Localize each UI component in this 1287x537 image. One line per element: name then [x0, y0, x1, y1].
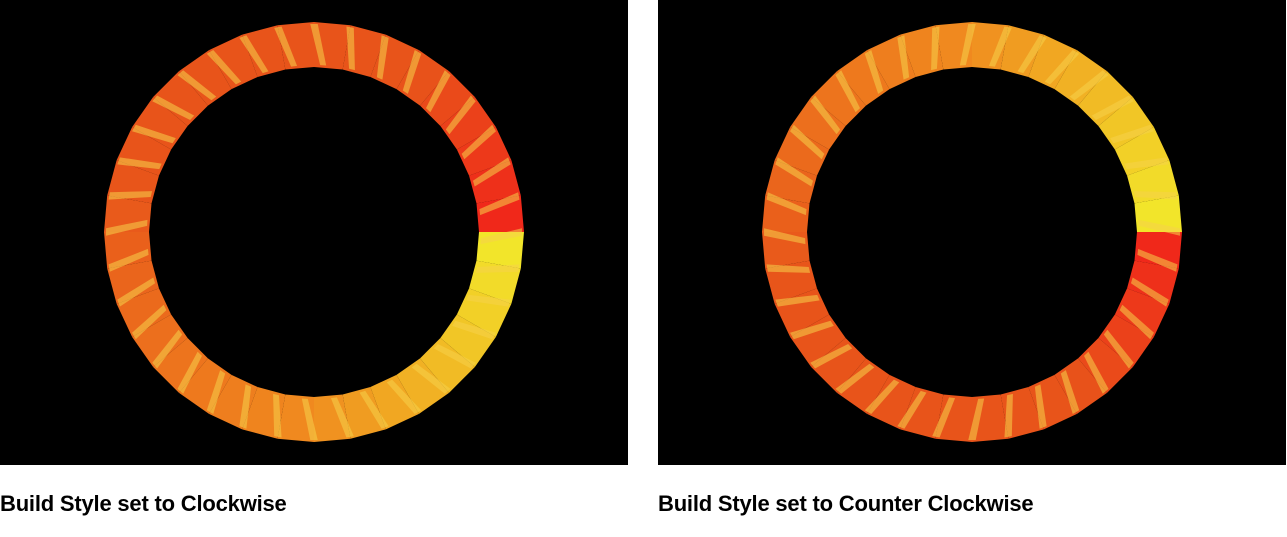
ring-counter-clockwise	[658, 0, 1286, 465]
panel-clockwise: Build Style set to Clockwise	[0, 0, 628, 517]
panel-counter-clockwise: Build Style set to Counter Clockwise	[658, 0, 1286, 517]
ring-clockwise	[0, 0, 628, 465]
figure-container: Build Style set to Clockwise Build Style…	[0, 0, 1287, 517]
caption-counter-clockwise: Build Style set to Counter Clockwise	[658, 491, 1286, 517]
canvas-clockwise	[0, 0, 628, 465]
canvas-counter-clockwise	[658, 0, 1286, 465]
caption-clockwise: Build Style set to Clockwise	[0, 491, 628, 517]
